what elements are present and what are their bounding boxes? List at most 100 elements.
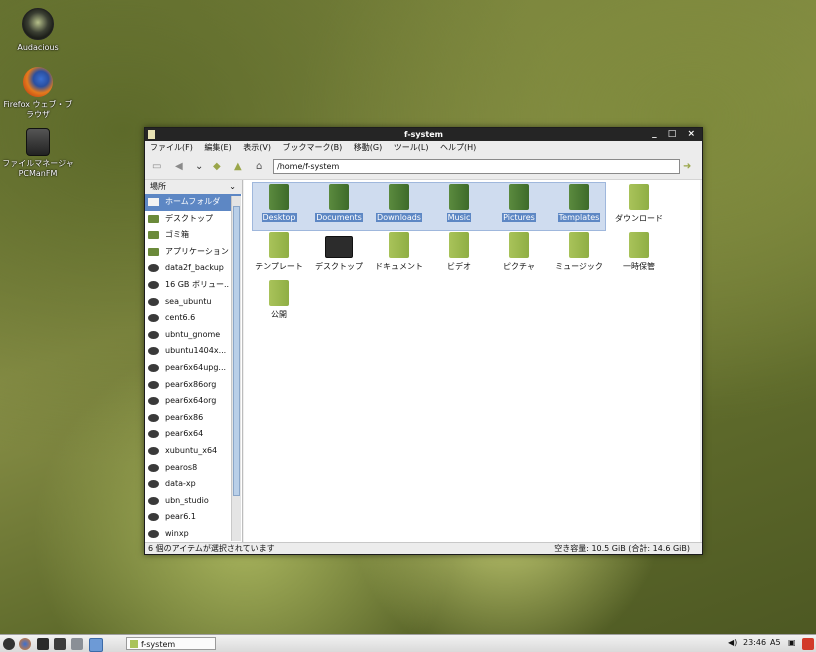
file-item[interactable]: Pictures (489, 184, 549, 222)
file-item[interactable]: ビデオ (429, 232, 489, 272)
drive-icon (148, 446, 159, 455)
sidebar-item-label: pear6x86 (165, 412, 204, 422)
sidebar-item-drive[interactable]: pearos8 (145, 460, 229, 477)
disk-space-status: 空き容量: 10.5 GiB (合計: 14.6 GiB) (554, 544, 690, 553)
drive-icon (148, 430, 159, 439)
menu-bookmarks[interactable]: ブックマーク(B) (283, 143, 343, 152)
sidebar-scrollbar[interactable] (231, 196, 241, 541)
file-item[interactable]: Templates (549, 184, 609, 222)
maximize-button[interactable]: □ (668, 129, 681, 139)
file-item[interactable]: Downloads (369, 184, 429, 222)
sidebar-item-drive[interactable]: cent6.6 (145, 310, 229, 327)
home-icon[interactable]: ⌂ (256, 161, 262, 172)
path-input[interactable]: /home/f-system (273, 159, 680, 174)
sidebar-item-drive[interactable]: ubn_studio (145, 493, 229, 510)
sidebar-item-home[interactable]: ホームフォルダ (145, 194, 241, 211)
back-icon[interactable]: ◀ (175, 161, 183, 172)
file-item[interactable]: デスクトップ (309, 232, 369, 272)
file-item[interactable]: ピクチャ (489, 232, 549, 272)
sidebar: 場所 ⌄ ホームフォルダ デスクトップ ゴミ箱 アプリケーション data2f_… (145, 180, 243, 542)
clock[interactable]: 23:46 (743, 638, 766, 647)
file-manager-icon[interactable] (37, 638, 49, 650)
sidebar-item-drive[interactable]: data2f_backup (145, 260, 229, 277)
sidebar-item-drive[interactable]: ubuntu1404x... (145, 343, 229, 360)
sidebar-item-drive[interactable]: pear6x86 (145, 410, 229, 427)
sidebar-item-label: winxp (165, 528, 189, 538)
drive-icon (148, 280, 159, 289)
desktop-icon-file-manager[interactable]: ファイルマネージャ PCManFM (0, 128, 76, 179)
sidebar-item-applications[interactable]: アプリケーション (145, 244, 229, 261)
desktop-icon-firefox[interactable]: Firefox ウェブ・ブラウザ (0, 67, 76, 120)
file-label: Music (446, 213, 472, 222)
forward-icon[interactable]: ◆ (213, 161, 221, 172)
drive-icon (148, 330, 159, 339)
sidebar-item-drive[interactable]: 16 GB ボリュー... (145, 277, 229, 294)
desktop-icon-audacious[interactable]: Audacious (0, 8, 76, 53)
keyboard-icon[interactable]: ▣ (788, 638, 796, 647)
file-item[interactable]: ドキュメント (369, 232, 429, 272)
menu-icon[interactable] (3, 638, 15, 650)
file-view[interactable]: Desktop Documents Downloads Music Pictur… (244, 180, 700, 542)
drive-icon (148, 480, 159, 489)
sidebar-item-drive[interactable]: pear6x64 (145, 426, 229, 443)
folder-icon (389, 232, 409, 258)
desktop-icon (148, 214, 159, 223)
window-icon (148, 130, 155, 139)
ime-indicator[interactable]: A5 (770, 638, 781, 647)
minimize-button[interactable]: _ (652, 129, 661, 139)
file-item[interactable]: Music (429, 184, 489, 222)
file-item[interactable]: 公開 (249, 280, 309, 320)
menu-file[interactable]: ファイル(F) (150, 143, 193, 152)
sidebar-item-trash[interactable]: ゴミ箱 (145, 227, 229, 244)
show-desktop-icon[interactable] (89, 638, 103, 652)
task-button-f-system[interactable]: f-system (126, 637, 216, 650)
file-item[interactable]: テンプレート (249, 232, 309, 272)
firefox-icon[interactable] (19, 638, 31, 650)
new-tab-icon[interactable]: ▭ (152, 161, 161, 172)
file-item[interactable]: ダウンロード (609, 184, 669, 224)
volume-icon[interactable]: ◀) (728, 638, 737, 647)
up-icon[interactable]: ▲ (234, 161, 242, 172)
file-label: Downloads (376, 213, 422, 222)
chevron-down-icon[interactable]: ⌄ (229, 180, 236, 194)
audacious-icon (22, 8, 54, 40)
sidebar-item-drive[interactable]: pear6x64upg... (145, 360, 229, 377)
power-icon[interactable] (802, 638, 814, 650)
sidebar-item-desktop[interactable]: デスクトップ (145, 211, 229, 228)
file-item[interactable]: Documents (309, 184, 369, 222)
close-button[interactable]: × (687, 129, 699, 139)
scrollbar-thumb[interactable] (233, 206, 240, 496)
window-title: f-system (404, 130, 443, 139)
history-dropdown-icon[interactable]: ⌄ (195, 161, 203, 172)
sidebar-item-drive[interactable]: data-xp (145, 476, 229, 493)
title-bar[interactable]: f-system _ □ × (145, 128, 702, 141)
menu-view[interactable]: 表示(V) (243, 143, 271, 152)
menu-go[interactable]: 移動(G) (354, 143, 382, 152)
menu-edit[interactable]: 編集(E) (204, 143, 231, 152)
sidebar-item-label: data-xp (165, 479, 196, 489)
sidebar-item-drive[interactable]: xubuntu_x64 (145, 443, 229, 460)
menu-tools[interactable]: ツール(L) (394, 143, 429, 152)
file-item[interactable]: Desktop (249, 184, 309, 222)
sidebar-item-drive[interactable]: winxp (145, 526, 229, 543)
sidebar-item-label: pear6x64 (165, 429, 204, 439)
file-item[interactable]: 一時保管 (609, 232, 669, 272)
folder-icon (449, 232, 469, 258)
file-label: Documents (315, 213, 363, 222)
window-controls: _ □ × (652, 128, 699, 141)
terminal-icon[interactable] (54, 638, 66, 650)
window-switch-icon[interactable] (71, 638, 83, 650)
sidebar-item-drive[interactable]: pear6x64org (145, 393, 229, 410)
sidebar-item-drive[interactable]: pear6.1 (145, 509, 229, 526)
file-item[interactable]: ミュージック (549, 232, 609, 272)
sidebar-header[interactable]: 場所 ⌄ (145, 180, 242, 194)
toolbar: ▭ ◀ ⌄ ◆ ▲ ⌂ /home/f-system ➜ (145, 155, 702, 180)
selection-status: 6 個のアイテムが選択されています (148, 544, 275, 553)
go-icon[interactable]: ➜ (683, 161, 691, 172)
sidebar-item-drive[interactable]: sea_ubuntu (145, 294, 229, 311)
menu-help[interactable]: ヘルプ(H) (440, 143, 476, 152)
folder-icon (629, 184, 649, 210)
desktop-icon-label: Audacious (17, 43, 59, 52)
sidebar-item-drive[interactable]: ubntu_gnome (145, 327, 229, 344)
sidebar-item-drive[interactable]: pear6x86org (145, 377, 229, 394)
